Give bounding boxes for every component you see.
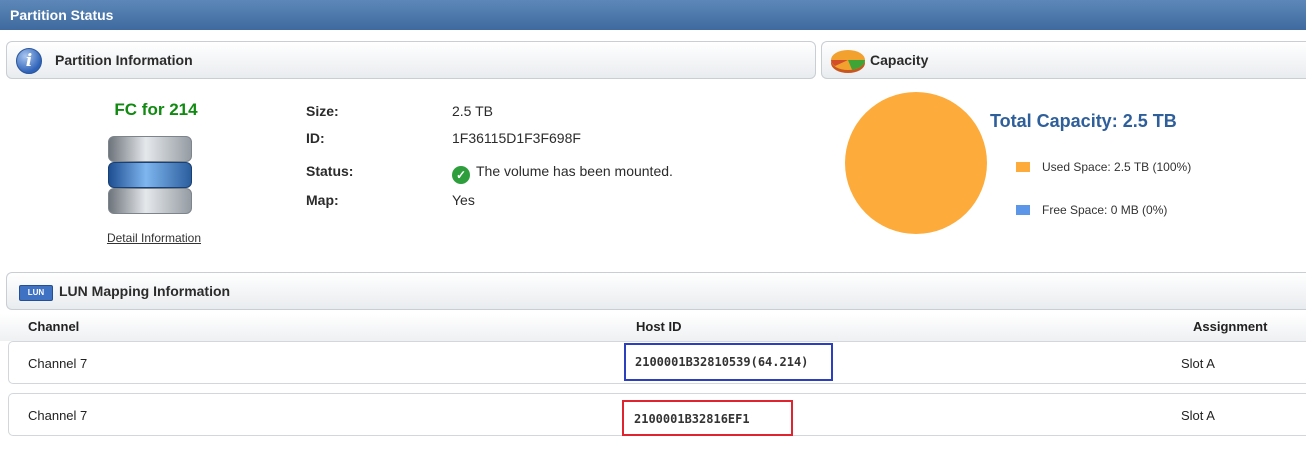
column-channel: Channel	[28, 319, 80, 334]
database-icon	[108, 136, 192, 232]
info-icon: i	[16, 48, 42, 74]
partition-info-header: i Partition Information	[6, 41, 816, 79]
row-2-channel: Channel 7	[28, 408, 88, 423]
row-2-host-id: 2100001B32816EF1	[634, 412, 750, 426]
capacity-header: Capacity	[821, 41, 1306, 79]
total-capacity: Total Capacity: 2.5 TB	[990, 111, 1177, 131]
detail-information-link[interactable]: Detail Information	[82, 231, 226, 245]
pie-chart-icon	[831, 50, 866, 73]
row-1-host-id: 2100001B32810539(64.214)	[635, 355, 809, 369]
size-label: Size:	[306, 103, 339, 119]
id-label: ID:	[306, 130, 325, 146]
lun-mapping-header: LUN LUN Mapping Information	[6, 272, 1306, 310]
partition-info-title: Partition Information	[55, 52, 193, 68]
capacity-pie-chart	[845, 92, 987, 234]
row-1-channel: Channel 7	[28, 356, 88, 371]
size-value: 2.5 TB	[452, 103, 493, 119]
id-value: 1F36115D1F3F698F	[452, 130, 581, 146]
free-space-swatch	[1016, 205, 1030, 215]
legend-used: Used Space: 2.5 TB (100%)	[1016, 160, 1191, 174]
volume-name: FC for 214	[114, 100, 198, 119]
row-2-assignment: Slot A	[1181, 408, 1215, 423]
status-label: Status:	[306, 163, 354, 179]
column-host-id: Host ID	[636, 319, 682, 334]
map-value: Yes	[452, 192, 475, 208]
capacity-title: Capacity	[870, 52, 929, 68]
legend-free: Free Space: 0 MB (0%)	[1016, 203, 1167, 217]
check-circle-icon: ✓	[452, 166, 470, 184]
lun-mapping-title: LUN Mapping Information	[59, 283, 231, 299]
status-text: The volume has been mounted.	[476, 163, 673, 179]
used-space-label: Used Space: 2.5 TB (100%)	[1042, 160, 1192, 174]
column-assignment: Assignment	[1193, 319, 1268, 334]
map-label: Map:	[306, 192, 339, 208]
used-space-swatch	[1016, 162, 1030, 172]
row-1-assignment: Slot A	[1181, 356, 1215, 371]
window-title: Partition Status	[0, 0, 1306, 30]
free-space-label: Free Space: 0 MB (0%)	[1042, 203, 1168, 217]
status-value: ✓ The volume has been mounted.	[452, 163, 673, 184]
lun-icon: LUN	[19, 285, 53, 301]
